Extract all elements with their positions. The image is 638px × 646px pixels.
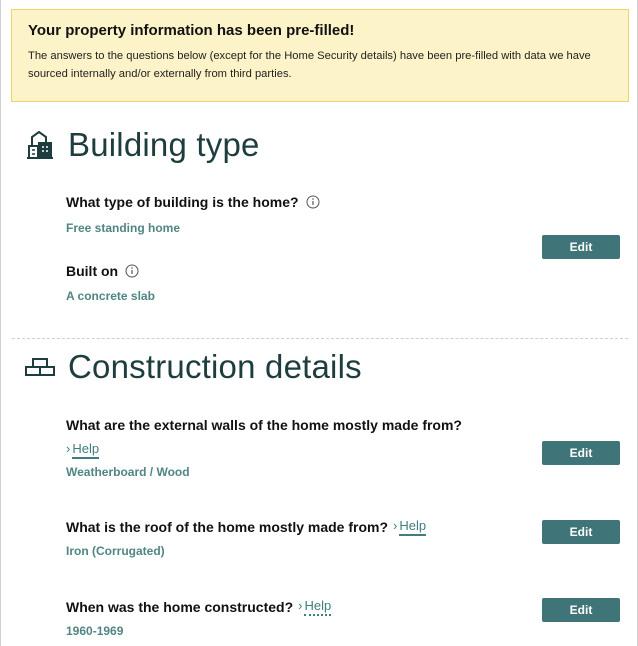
chevron-right-icon: › — [66, 441, 71, 456]
banner-title: Your property information has been pre-f… — [28, 22, 355, 39]
answer-roof: Iron (Corrugated) — [66, 544, 165, 558]
section-divider — [12, 338, 628, 339]
answer-construction-date: 1960-1969 — [66, 624, 124, 638]
prefill-notice-banner: Your property information has been pre-f… — [11, 9, 629, 102]
question-label: What are the external walls of the home … — [66, 417, 462, 433]
answer-built-on: A concrete slab — [66, 289, 155, 303]
question-roof: What is the roof of the home mostly made… — [66, 518, 427, 536]
section-title-text: Building type — [68, 126, 260, 163]
info-icon[interactable] — [125, 264, 139, 278]
answer-building-type: Free standing home — [66, 221, 181, 235]
question-label: When was the home constructed? — [66, 599, 294, 615]
section-title-text: Construction details — [68, 348, 362, 385]
info-icon[interactable] — [306, 195, 320, 209]
question-external-walls: What are the external walls of the home … — [66, 417, 462, 433]
question-building-type: What type of building is the home? — [66, 194, 320, 210]
chevron-right-icon: › — [298, 598, 303, 613]
banner-text: The answers to the questions below (exce… — [28, 50, 591, 80]
answer-external-walls: Weatherboard / Wood — [66, 465, 190, 479]
question-construction-date: When was the home constructed? › Help — [66, 598, 332, 616]
question-built-on: Built on — [66, 263, 139, 279]
edit-building-type-button[interactable]: Edit — [542, 235, 620, 259]
question-label: Built on — [66, 263, 119, 279]
help-link-external-walls[interactable]: › Help — [66, 441, 100, 459]
section-title-building-type: Building type — [24, 126, 260, 164]
question-label: What is the roof of the home mostly made… — [66, 519, 389, 535]
building-icon — [24, 129, 56, 161]
edit-external-walls-button[interactable]: Edit — [542, 441, 620, 465]
help-link-construction-date[interactable]: › Help — [298, 598, 332, 616]
help-link-roof[interactable]: › Help — [393, 518, 427, 536]
edit-roof-button[interactable]: Edit — [542, 520, 620, 544]
edit-construction-date-button[interactable]: Edit — [542, 598, 620, 622]
question-label: What type of building is the home? — [66, 194, 299, 210]
bricks-icon — [24, 351, 56, 383]
chevron-right-icon: › — [393, 518, 398, 533]
section-title-construction-details: Construction details — [24, 348, 362, 386]
